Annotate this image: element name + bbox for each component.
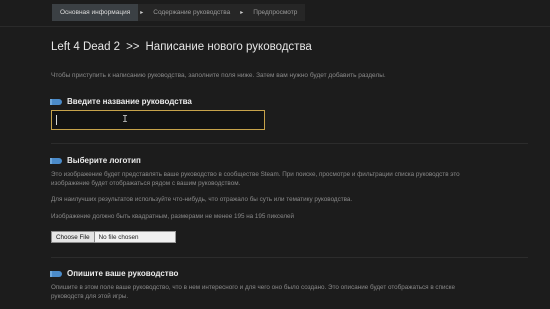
header-divider (0, 26, 550, 27)
breadcrumb-separator: ▸ (240, 10, 244, 16)
game-name: Left 4 Dead 2 (51, 41, 121, 53)
logo-description-line-1: Это изображение будет представлять ваше … (51, 171, 460, 178)
logo-size-note: Изображение должно быть квадратным, разм… (51, 213, 295, 220)
breadcrumb-arrow-icon: ▸ (138, 4, 146, 21)
tab-guide-contents[interactable]: Содержание руководства (145, 4, 239, 21)
page-title: Left 4 Dead 2 >> Написание нового руководс… (51, 41, 312, 53)
logo-description-line-2: изображение будет отображаться рядом с в… (51, 180, 241, 187)
text-caret (56, 115, 57, 125)
section-name-header: Введите название руководства (50, 97, 192, 106)
ibeam-cursor-icon: I (122, 114, 129, 125)
section-divider (51, 143, 528, 144)
tab-preview[interactable]: Предпросмотр (245, 4, 306, 21)
tab-basic-info-label: Основная информация (60, 9, 131, 16)
section-desc-header: Опишите ваше руководство (50, 269, 179, 278)
section-logo-header: Выберите логотип (50, 156, 141, 165)
logo-file-picker: Choose File No file chosen (51, 231, 176, 243)
guide-editor-page: Основная информация ▸ Содержание руковод… (0, 0, 550, 309)
section-divider (51, 257, 528, 258)
intro-text: Чтобы приступить к написанию руководства… (51, 72, 386, 79)
tab-guide-contents-label: Содержание руководства (153, 9, 231, 16)
tab-preview-label: Предпросмотр (253, 9, 298, 16)
breadcrumb: Основная информация ▸ Содержание руковод… (52, 4, 306, 21)
title-separator: >> (126, 41, 140, 53)
breadcrumb-separator: ▸ (140, 10, 144, 16)
desc-description-line-2: руководств для этой игры. (51, 293, 129, 300)
breadcrumb-arrow-icon: ▸ (238, 4, 246, 21)
desc-description-line-1: Опишите в этом поле ваше руководство, чт… (51, 284, 455, 291)
file-status: No file chosen (94, 231, 176, 243)
logo-hint: Для наилучших результатов используйте чт… (51, 196, 353, 203)
section-tag-icon (50, 157, 62, 164)
section-name-title: Введите название руководства (67, 97, 192, 106)
section-logo-title: Выберите логотип (67, 156, 141, 165)
tab-basic-info[interactable]: Основная информация (52, 4, 139, 21)
page-heading: Написание нового руководства (145, 41, 312, 53)
section-desc-title: Опишите ваше руководство (67, 269, 179, 278)
section-tag-icon (50, 270, 62, 277)
choose-file-button[interactable]: Choose File (51, 231, 95, 243)
section-tag-icon (50, 98, 62, 105)
guide-title-input[interactable]: I (51, 110, 265, 130)
